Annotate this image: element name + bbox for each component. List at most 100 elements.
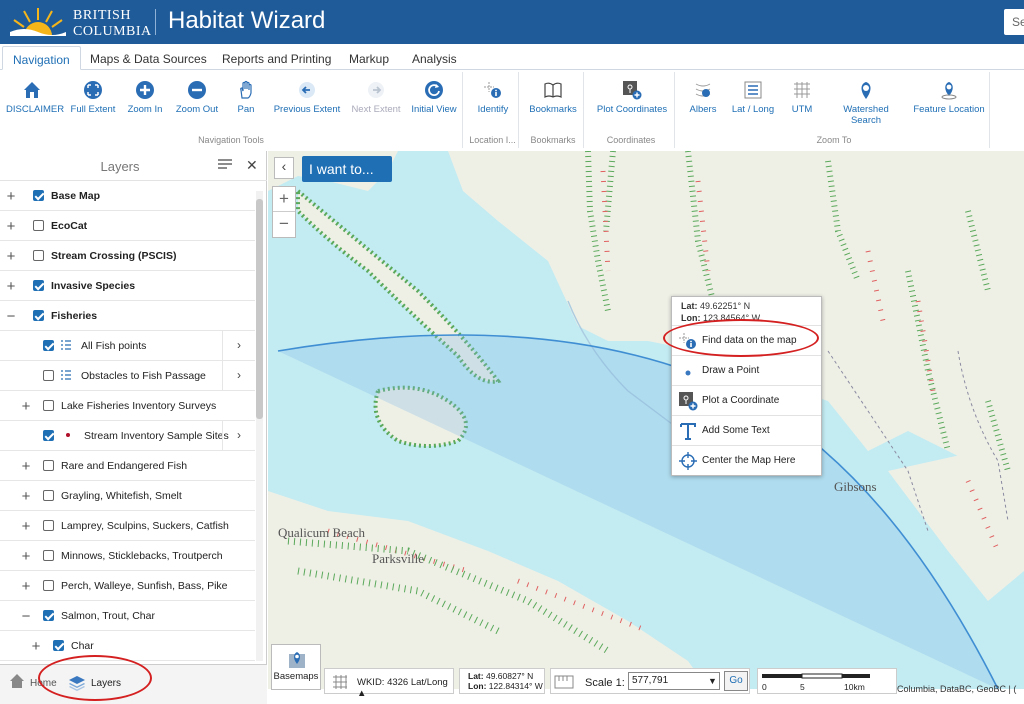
layers-scrollbar[interactable] (256, 191, 263, 661)
projection-selector[interactable]: WKID: 4326 Lat/Long ▲ (324, 668, 454, 699)
tab-reports-printing[interactable]: Reports and Printing (212, 46, 341, 70)
expand-icon[interactable]: + (20, 518, 32, 535)
zoom-in-button[interactable]: Zoom In (124, 80, 166, 115)
expand-icon[interactable]: + (5, 278, 17, 295)
layer-checkbox[interactable] (43, 400, 54, 411)
close-icon[interactable]: ✕ (246, 157, 258, 174)
collapse-panel-button[interactable]: ‹ (274, 157, 294, 179)
layer-row-fisheries[interactable]: − Fisheries (0, 301, 255, 331)
layers-tab[interactable]: Layers (91, 678, 121, 689)
expand-icon[interactable]: + (20, 458, 32, 475)
layer-checkbox[interactable] (53, 640, 64, 651)
chevron-right-icon[interactable]: › (222, 361, 255, 390)
layer-checkbox[interactable] (33, 250, 44, 261)
layer-row-perch[interactable]: + Perch, Walleye, Sunfish, Bass, Pike (0, 571, 255, 601)
layer-row-invasive-species[interactable]: + Invasive Species (0, 271, 255, 301)
layer-checkbox[interactable] (33, 190, 44, 201)
projection-grid-icon (333, 675, 347, 689)
find-data-on-map-item[interactable]: Find data on the map (672, 325, 821, 354)
layer-checkbox[interactable] (33, 220, 44, 231)
layer-checkbox[interactable] (43, 370, 54, 381)
layer-row-grayling[interactable]: + Grayling, Whitefish, Smelt (0, 481, 255, 511)
layer-checkbox[interactable] (33, 280, 44, 291)
lat-long-icon (744, 81, 762, 99)
chevron-right-icon[interactable]: › (222, 421, 255, 450)
scrollbar-thumb[interactable] (256, 199, 263, 419)
scale-select[interactable]: 577,791 (628, 672, 720, 690)
layer-row-stream-inventory[interactable]: Stream Inventory Sample Sites › (0, 421, 255, 451)
menu-icon[interactable] (217, 158, 233, 172)
basemaps-button[interactable]: Basemaps (271, 644, 321, 690)
layer-row-stream-crossing[interactable]: + Stream Crossing (PSCIS) (0, 241, 255, 271)
layer-checkbox[interactable] (43, 430, 54, 441)
expand-icon[interactable]: + (20, 578, 32, 595)
i-want-to-button[interactable]: I want to... (302, 156, 392, 182)
collapse-icon[interactable]: − (20, 608, 32, 625)
expand-icon[interactable]: + (20, 488, 32, 505)
expand-icon[interactable]: + (5, 218, 17, 235)
scale-label: Scale 1: (585, 677, 625, 689)
plot-coordinates-button[interactable]: Plot Coordinates (594, 80, 670, 115)
previous-extent-button[interactable]: Previous Extent (272, 80, 342, 115)
albers-button[interactable]: Albers (685, 80, 721, 115)
tab-markup[interactable]: Markup (339, 46, 399, 70)
initial-view-button[interactable]: Initial View (409, 80, 459, 115)
layer-checkbox[interactable] (33, 310, 44, 321)
full-extent-button[interactable]: Full Extent (68, 80, 118, 115)
tab-maps-data-sources[interactable]: Maps & Data Sources (80, 46, 217, 70)
tab-navigation[interactable]: Navigation (2, 46, 81, 70)
expand-icon[interactable]: + (20, 398, 32, 415)
layer-row-base-map[interactable]: + Base Map (0, 181, 255, 211)
layer-checkbox[interactable] (43, 340, 54, 351)
collapse-icon[interactable]: − (5, 308, 17, 325)
chevron-right-icon[interactable]: › (222, 331, 255, 360)
layer-row-rare-endangered[interactable]: + Rare and Endangered Fish (0, 451, 255, 481)
next-extent-button[interactable]: Next Extent (348, 80, 404, 115)
layer-checkbox[interactable] (43, 520, 54, 531)
map-zoom-out-button[interactable]: − (273, 212, 295, 237)
layer-row-minnows[interactable]: + Minnows, Sticklebacks, Troutperch (0, 541, 255, 571)
expand-icon[interactable]: + (5, 188, 17, 205)
expand-icon[interactable]: + (30, 638, 42, 655)
find-data-label: Find data on the map (702, 335, 797, 346)
layer-checkbox[interactable] (43, 580, 54, 591)
layer-row-ecocat[interactable]: + EcoCat (0, 211, 255, 241)
chevron-down-icon[interactable]: ▼ (708, 676, 717, 686)
tab-analysis[interactable]: Analysis (402, 46, 467, 70)
identify-button[interactable]: Identify (471, 80, 515, 115)
layer-checkbox[interactable] (43, 490, 54, 501)
expand-icon[interactable]: + (20, 548, 32, 565)
map-view[interactable]: Qualicum Beach Parksville Gibsons ‹ I wa… (268, 151, 1024, 689)
lat-long-button[interactable]: Lat / Long (730, 80, 776, 115)
layer-row-lake-fisheries[interactable]: + Lake Fisheries Inventory Surveys (0, 391, 255, 421)
pan-button[interactable]: Pan (232, 80, 260, 115)
center-map-here-item[interactable]: Center the Map Here (672, 445, 821, 474)
app-title: Habitat Wizard (168, 7, 326, 34)
logo-divider (155, 9, 156, 35)
watershed-search-button[interactable]: Watershed Search (837, 80, 895, 126)
home-tab[interactable]: Home (30, 678, 57, 689)
layer-row-char[interactable]: + Char (0, 631, 255, 661)
map-zoom-in-button[interactable]: + (273, 187, 295, 212)
expand-icon[interactable]: + (5, 248, 17, 265)
layer-checkbox[interactable] (43, 550, 54, 561)
draw-a-point-item[interactable]: Draw a Point (672, 355, 821, 384)
center-map-label: Center the Map Here (702, 455, 796, 466)
feature-location-button[interactable]: Feature Location (911, 80, 987, 115)
plot-a-coordinate-item[interactable]: Plot a Coordinate (672, 385, 821, 414)
search-input[interactable]: Se (1004, 9, 1024, 35)
layer-checkbox[interactable] (43, 610, 54, 621)
layer-row-salmon[interactable]: − Salmon, Trout, Char (0, 601, 255, 631)
draw-point-label: Draw a Point (702, 365, 760, 376)
layer-row-obstacles[interactable]: Obstacles to Fish Passage › (0, 361, 255, 391)
layer-row-lamprey[interactable]: + Lamprey, Sculpins, Suckers, Catfish (0, 511, 255, 541)
add-some-text-item[interactable]: Add Some Text (672, 415, 821, 444)
layer-row-all-fish-points[interactable]: All Fish points › (0, 331, 255, 361)
bc-logo[interactable]: BRITISH COLUMBIA (8, 2, 158, 42)
bookmarks-button[interactable]: Bookmarks (528, 80, 578, 115)
scale-go-button[interactable]: Go (724, 671, 748, 691)
zoom-out-button[interactable]: Zoom Out (173, 80, 221, 115)
layer-checkbox[interactable] (43, 460, 54, 471)
disclaimer-button[interactable]: DISCLAIMER (6, 80, 64, 115)
utm-button[interactable]: UTM (787, 80, 817, 115)
